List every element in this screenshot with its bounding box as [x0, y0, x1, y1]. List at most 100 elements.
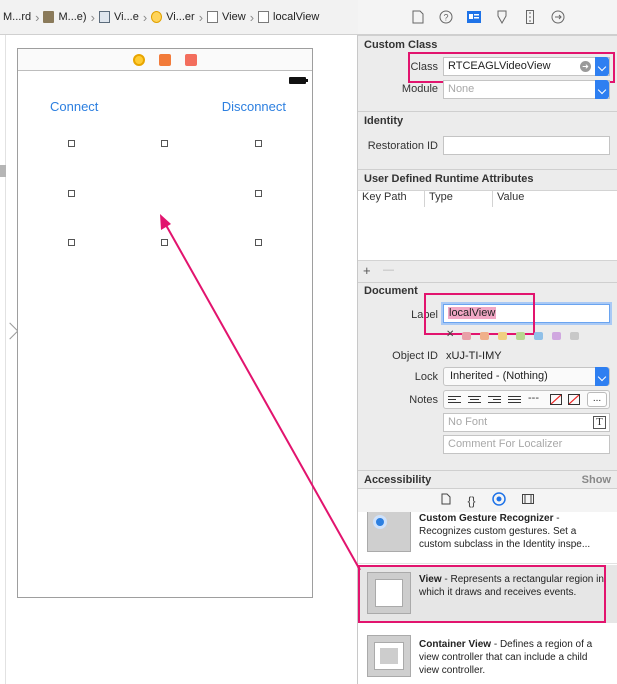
scene-icon [98, 11, 110, 23]
breadcrumb-item-document[interactable]: M...e) [40, 6, 89, 28]
remove-attribute-button[interactable]: — [383, 264, 394, 276]
swatch-red[interactable] [462, 332, 471, 340]
breadcrumb-item-storyboard[interactable]: M...rd [0, 6, 34, 28]
resize-handle[interactable] [161, 140, 168, 147]
connect-button[interactable]: Connect [50, 99, 98, 114]
more-options-button[interactable]: ... [587, 392, 607, 407]
resize-handle[interactable] [68, 140, 75, 147]
breadcrumb-label: M...rd [3, 11, 32, 23]
align-center-icon[interactable] [468, 394, 481, 405]
align-left-icon[interactable] [448, 394, 461, 405]
document-icon [43, 11, 55, 23]
battery-icon [289, 77, 308, 84]
identity-section: Identity Restoration ID [358, 111, 617, 169]
module-field[interactable]: None [443, 80, 610, 99]
column-header[interactable]: Type [425, 191, 493, 207]
lock-label: Lock [414, 371, 438, 383]
canvas-divider [5, 35, 6, 684]
breadcrumb-item-localview[interactable]: localView [255, 6, 322, 28]
object-id-value: xUJ-TI-IMY [446, 350, 502, 362]
font-placeholder: No Font [448, 416, 488, 428]
section-title: User Defined Runtime Attributes [364, 173, 534, 185]
exit-icon[interactable] [185, 53, 197, 66]
resize-handle[interactable] [255, 239, 262, 246]
lock-value: Inherited - (Nothing) [450, 370, 548, 382]
lock-select[interactable]: Inherited - (Nothing) [443, 367, 610, 386]
align-right-icon[interactable] [488, 394, 501, 405]
resize-handle[interactable] [68, 190, 75, 197]
media-library-icon[interactable] [521, 493, 534, 508]
no-color-icon[interactable] [550, 394, 562, 405]
storyboard-canvas[interactable]: Connect Disconnect [0, 35, 358, 684]
notes-toolbar: --- ... [443, 390, 610, 409]
clear-color-button[interactable]: ✕ [446, 329, 454, 340]
breadcrumb: M...rd › M...e) › Vi...e › Vi...er › Vie… [0, 0, 358, 35]
swatch-purple[interactable] [552, 332, 561, 340]
localizer-comment-field[interactable]: Comment For Localizer [443, 435, 610, 454]
swatch-blue[interactable] [534, 332, 543, 340]
file-template-icon[interactable] [441, 493, 451, 508]
swatch-orange[interactable] [480, 332, 489, 340]
resize-handle[interactable] [255, 190, 262, 197]
notes-label: Notes [409, 394, 438, 406]
section-title: Identity [364, 115, 404, 127]
text-color-icon[interactable] [568, 394, 580, 405]
breadcrumb-item-scene[interactable]: Vi...e [96, 6, 142, 28]
column-header[interactable]: Key Path [358, 191, 425, 207]
object-library-icon[interactable] [491, 492, 506, 509]
help-icon[interactable]: ? [437, 8, 455, 26]
view-icon [207, 11, 219, 23]
library-item[interactable]: Container View - Defines a region of a v… [358, 632, 617, 684]
library-item[interactable]: Custom Gesture Recognizer - Recognizes c… [358, 512, 617, 564]
font-field[interactable]: No Font T [443, 413, 610, 432]
breadcrumb-item-view[interactable]: View [204, 6, 249, 28]
scroll-handle[interactable] [0, 165, 6, 177]
first-responder-icon[interactable] [159, 53, 171, 66]
breadcrumb-label: M...e) [58, 11, 87, 23]
breadcrumb-label: View [222, 11, 246, 23]
code-snippet-icon[interactable]: {} [467, 494, 475, 508]
font-picker-icon[interactable]: T [593, 416, 606, 429]
attributes-inspector-icon[interactable] [493, 8, 511, 26]
runtime-attributes-section: User Defined Runtime Attributes Key Path… [358, 169, 617, 282]
chevron-down-icon[interactable] [595, 80, 609, 99]
connections-inspector-icon[interactable] [549, 8, 567, 26]
gesture-recognizer-icon [367, 512, 411, 552]
highlight-box [358, 565, 606, 623]
chevron-updown-icon[interactable] [595, 367, 609, 386]
document-section: Document Label localView ✕ Object ID xUJ… [358, 282, 617, 470]
module-label: Module [401, 83, 438, 95]
svg-text:?: ? [443, 13, 448, 23]
align-justify-icon[interactable] [508, 394, 521, 405]
inspector-panel: ? Custom Class Class RTCEAGLVideoView ➜ … [358, 0, 617, 684]
breadcrumb-item-view-controller[interactable]: Vi...er [148, 6, 198, 28]
scene-dock [18, 49, 312, 71]
size-inspector-icon[interactable] [521, 8, 539, 26]
resize-handle[interactable] [68, 239, 75, 246]
view-icon [258, 11, 270, 23]
view-controller-icon[interactable] [133, 53, 145, 66]
view-controller-scene[interactable]: Connect Disconnect [17, 48, 313, 598]
restoration-id-field[interactable] [443, 136, 610, 155]
section-title: Custom Class [364, 39, 438, 51]
object-id-label: Object ID [392, 350, 438, 362]
container-view-icon [367, 635, 411, 677]
object-library-list[interactable]: Custom Gesture Recognizer - Recognizes c… [358, 512, 617, 684]
align-natural-icon[interactable]: --- [528, 392, 539, 404]
column-header[interactable]: Value [493, 191, 617, 207]
swatch-yellow[interactable] [498, 332, 507, 340]
accessibility-section: Accessibility Show [358, 470, 617, 488]
section-title: Document [364, 285, 418, 297]
custom-class-section: Custom Class Class RTCEAGLVideoView ➜ Mo… [358, 35, 617, 111]
resize-handle[interactable] [255, 140, 262, 147]
resize-handle[interactable] [161, 239, 168, 246]
identity-inspector-icon[interactable] [465, 8, 483, 26]
add-attribute-button[interactable]: + [363, 263, 371, 278]
file-inspector-icon[interactable] [409, 8, 427, 26]
runtime-attributes-table[interactable]: Key Path Type Value [358, 190, 617, 261]
library-tabs: {} [358, 488, 617, 512]
show-accessibility-link[interactable]: Show [582, 474, 611, 486]
disconnect-button[interactable]: Disconnect [222, 99, 286, 114]
swatch-gray[interactable] [570, 332, 579, 340]
swatch-green[interactable] [516, 332, 525, 340]
